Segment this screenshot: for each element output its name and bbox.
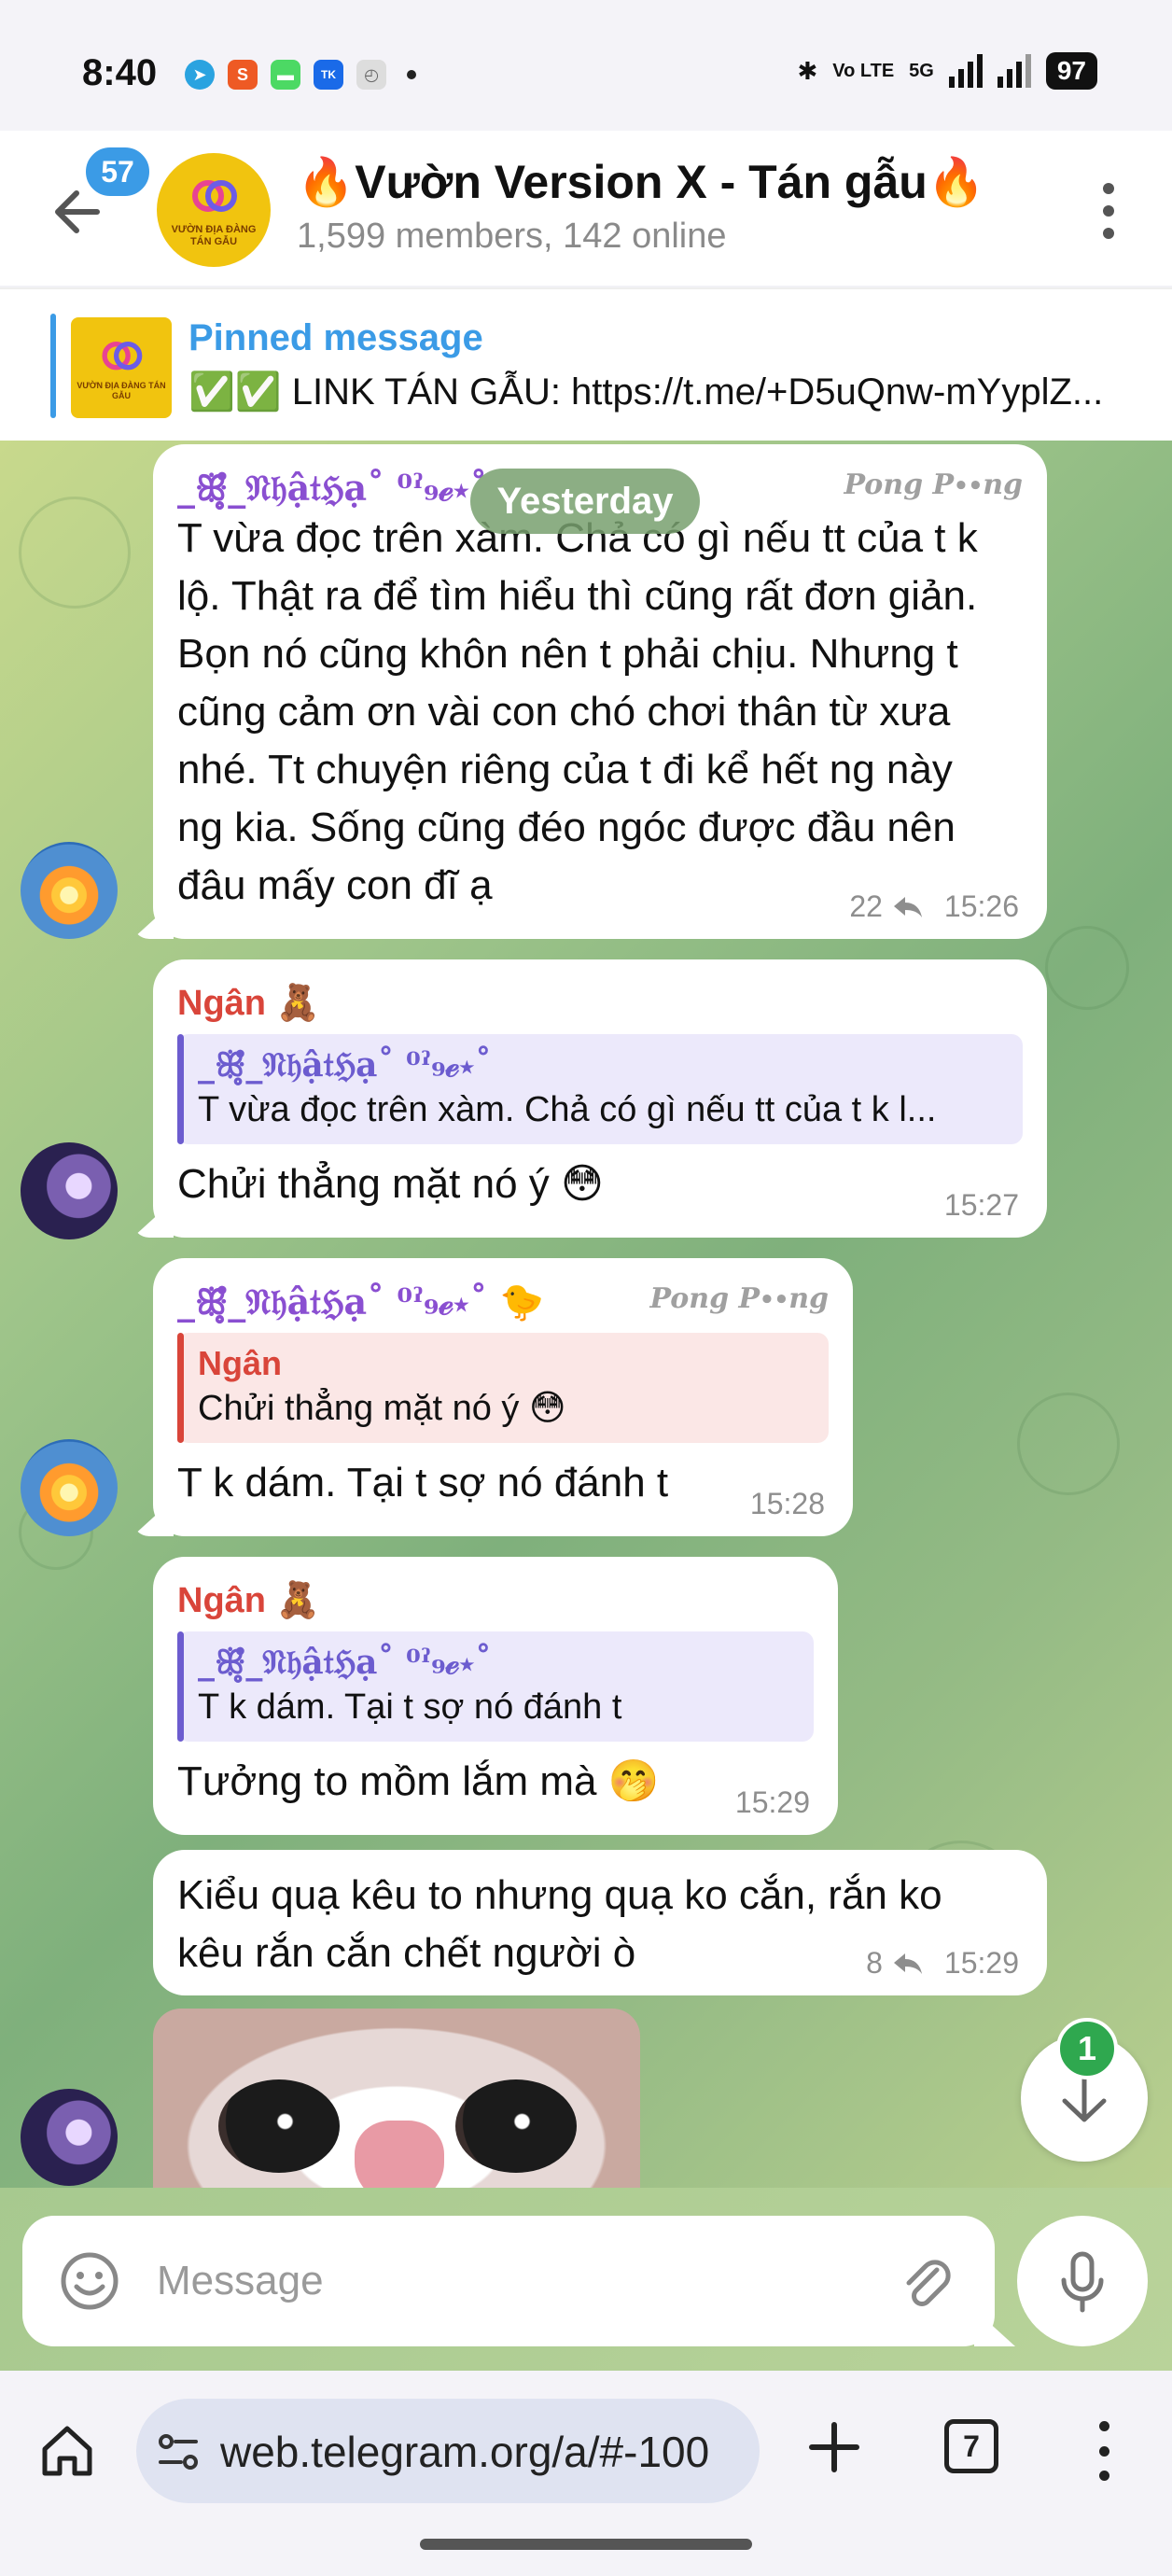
messages-icon: ▬ bbox=[271, 60, 300, 90]
url-text: web.telegram.org/a/#-100 bbox=[220, 2428, 710, 2476]
home-icon[interactable] bbox=[37, 2421, 97, 2481]
microphone-icon bbox=[1061, 2251, 1104, 2313]
volte-label: Vo LTE bbox=[832, 60, 895, 81]
reply-quote[interactable]: Ngân Chửi thẳng mặt nó ý 😳 bbox=[177, 1333, 829, 1443]
group-member-count: 1,599 members, 142 online bbox=[297, 217, 727, 256]
group-logo-icon bbox=[102, 342, 143, 371]
message-time: 15:27 bbox=[943, 1188, 1019, 1222]
group-avatar[interactable]: VƯỜN ĐỊA ĐÀNG TÁN GẪU bbox=[157, 153, 271, 267]
user-avatar[interactable] bbox=[21, 1142, 118, 1239]
reply-quote[interactable]: _ꕥ̥̊_𝔑𝔥ậ𝔱ℌạ˚ ⁰ˀ₉ℯ⋆˚ T vừa đọc trên xàm. … bbox=[177, 1034, 1023, 1144]
member-tag: Pong P∙∙ng bbox=[649, 1282, 829, 1315]
clock-icon: ◴ bbox=[356, 60, 386, 90]
message-text: Chửi thẳng mặt nó ý 😳 bbox=[177, 1161, 604, 1207]
5g-label: 5G bbox=[909, 60, 934, 81]
message-meta: 15:27 bbox=[944, 1188, 1019, 1223]
browser-toolbar: web.telegram.org/a/#-100 7 bbox=[0, 2371, 1172, 2576]
group-logo-icon bbox=[192, 180, 237, 212]
bluetooth-icon: ✱ bbox=[797, 56, 818, 85]
background-doodle bbox=[1017, 1393, 1120, 1495]
quote-author: _ꕥ̥̊_𝔑𝔥ậ𝔱ℌạ˚ ⁰ˀ₉ℯ⋆˚ bbox=[198, 1643, 492, 1682]
message-time: 15:29 bbox=[943, 1946, 1019, 1980]
tab-switcher-button[interactable]: 7 bbox=[944, 2419, 998, 2473]
cat-eye bbox=[455, 2079, 577, 2173]
message-bubble[interactable]: Ngân 🧸 _ꕥ̥̊_𝔑𝔥ậ𝔱ℌạ˚ ⁰ˀ₉ℯ⋆˚ T k dám. Tại … bbox=[153, 1557, 838, 1835]
message-meta: 22 15:26 bbox=[849, 889, 1019, 924]
status-time: 8:40 bbox=[82, 52, 158, 93]
pinned-thumbnail-text: VƯỜN ĐỊA ĐÀNG TÁN GẪU bbox=[77, 381, 166, 400]
message-bubble[interactable]: Kiểu quạ kêu to nhưng quạ ko cắn, rắn ko… bbox=[153, 1850, 1047, 1995]
pinned-thumbnail: VƯỜN ĐỊA ĐÀNG TÁN GẪU bbox=[71, 317, 172, 418]
reply-arrow-icon bbox=[893, 896, 922, 917]
more-options-icon[interactable] bbox=[1099, 183, 1118, 239]
pinned-text: ✅✅ LINK TÁN GẪU: https://t.me/+D5uQnw-mY… bbox=[188, 371, 1104, 413]
photo-message[interactable] bbox=[153, 2009, 640, 2188]
message-time: 15:28 bbox=[749, 1487, 825, 1520]
message-text: Tưởng to mồm lắm mà 🤭 bbox=[177, 1758, 660, 1804]
new-messages-badge: 1 bbox=[1056, 2018, 1118, 2079]
more-notifications-icon bbox=[407, 70, 416, 79]
background-doodle bbox=[1045, 926, 1129, 1010]
message-text: T vừa đọc trên xàm. Chả có gì nếu tt của… bbox=[177, 515, 978, 908]
sender-name[interactable]: Ngân 🧸 bbox=[177, 982, 1023, 1025]
shopee-icon: S bbox=[228, 60, 258, 90]
member-tag: Pong P∙∙ng bbox=[844, 469, 1023, 501]
user-avatar[interactable] bbox=[21, 1439, 118, 1536]
group-title[interactable]: 🔥Vườn Version X - Tán gẫu🔥 bbox=[297, 155, 985, 210]
group-avatar-text: VƯỜN ĐỊA ĐÀNG TÁN GẪU bbox=[171, 224, 257, 247]
quote-author: Ngân bbox=[198, 1344, 282, 1382]
battery-indicator: 97 bbox=[1045, 52, 1097, 90]
chat-header: 57 VƯỜN ĐỊA ĐÀNG TÁN GẪU 🔥Vườn Version X… bbox=[0, 131, 1172, 286]
message-meta: 15:29 bbox=[735, 1785, 810, 1820]
signal-2-icon bbox=[997, 54, 1031, 88]
date-separator: Yesterday bbox=[470, 469, 700, 534]
message-meta: 15:28 bbox=[750, 1487, 825, 1521]
quote-text: T vừa đọc trên xàm. Chả có gì nếu tt của… bbox=[198, 1090, 937, 1129]
sender-name[interactable]: Ngân 🧸 bbox=[177, 1579, 814, 1622]
microphone-button[interactable] bbox=[1017, 2216, 1148, 2346]
site-settings-icon[interactable] bbox=[155, 2429, 202, 2475]
telegram-icon: ➤ bbox=[185, 60, 215, 90]
message-time: 15:26 bbox=[943, 889, 1019, 923]
message-bubble[interactable]: Ngân 🧸 _ꕥ̥̊_𝔑𝔥ậ𝔱ℌạ˚ ⁰ˀ₉ℯ⋆˚ T vừa đọc trê… bbox=[153, 959, 1047, 1238]
gesture-bar bbox=[420, 2539, 752, 2550]
message-text: T k dám. Tại t sợ nó đánh t bbox=[177, 1460, 669, 1505]
pinned-message-bar[interactable]: VƯỜN ĐỊA ĐÀNG TÁN GẪU Pinned message ✅✅ … bbox=[0, 287, 1172, 441]
user-avatar[interactable] bbox=[21, 842, 118, 939]
background-doodle bbox=[19, 497, 131, 609]
signal-1-icon bbox=[948, 54, 983, 88]
quote-text: Chửi thẳng mặt nó ý 😳 bbox=[198, 1389, 566, 1428]
emoji-icon[interactable] bbox=[58, 2249, 121, 2313]
cat-eye bbox=[218, 2079, 340, 2173]
reply-arrow-icon bbox=[893, 1953, 922, 1974]
reply-count[interactable]: 8 bbox=[866, 1946, 883, 1981]
message-list[interactable]: Yesterday _ꕥ̥̊_𝔑𝔥ậ𝔱ℌạ˚ ⁰ˀ₉ℯ⋆˚ Pong P∙∙ng… bbox=[0, 441, 1172, 2188]
pinned-indicator-bar bbox=[50, 314, 56, 418]
notification-icons: ➤ S ▬ TK ◴ bbox=[185, 60, 416, 90]
reply-count[interactable]: 22 bbox=[849, 889, 883, 924]
paperclip-icon[interactable] bbox=[894, 2249, 957, 2313]
tiki-icon: TK bbox=[314, 60, 343, 90]
reply-quote[interactable]: _ꕥ̥̊_𝔑𝔥ậ𝔱ℌạ˚ ⁰ˀ₉ℯ⋆˚ T k dám. Tại t sợ nó… bbox=[177, 1631, 814, 1742]
address-bar[interactable]: web.telegram.org/a/#-100 bbox=[136, 2399, 760, 2503]
browser-menu-icon[interactable] bbox=[1090, 2421, 1118, 2481]
cat-nose bbox=[355, 2121, 444, 2188]
message-bubble[interactable]: _ꕥ̥̊_𝔑𝔥ậ𝔱ℌạ˚ ⁰ˀ₉ℯ⋆˚ 🐤 Pong P∙∙ng Ngân Ch… bbox=[153, 1258, 853, 1536]
message-meta: 8 15:29 bbox=[866, 1946, 1019, 1981]
unread-count-badge: 57 bbox=[82, 144, 153, 200]
new-tab-icon[interactable] bbox=[804, 2417, 864, 2477]
quote-author: _ꕥ̥̊_𝔑𝔥ậ𝔱ℌạ˚ ⁰ˀ₉ℯ⋆˚ bbox=[198, 1045, 492, 1085]
user-avatar[interactable] bbox=[21, 2089, 118, 2186]
message-time: 15:29 bbox=[734, 1785, 810, 1819]
pinned-label: Pinned message bbox=[188, 317, 483, 358]
message-input[interactable] bbox=[157, 2249, 885, 2313]
status-bar: 8:40 ➤ S ▬ TK ◴ ✱ Vo LTE 5G 97 bbox=[0, 0, 1172, 131]
message-composer bbox=[22, 2216, 995, 2346]
quote-text: T k dám. Tại t sợ nó đánh t bbox=[198, 1687, 622, 1727]
status-indicators: ✱ Vo LTE 5G 97 bbox=[797, 52, 1097, 90]
